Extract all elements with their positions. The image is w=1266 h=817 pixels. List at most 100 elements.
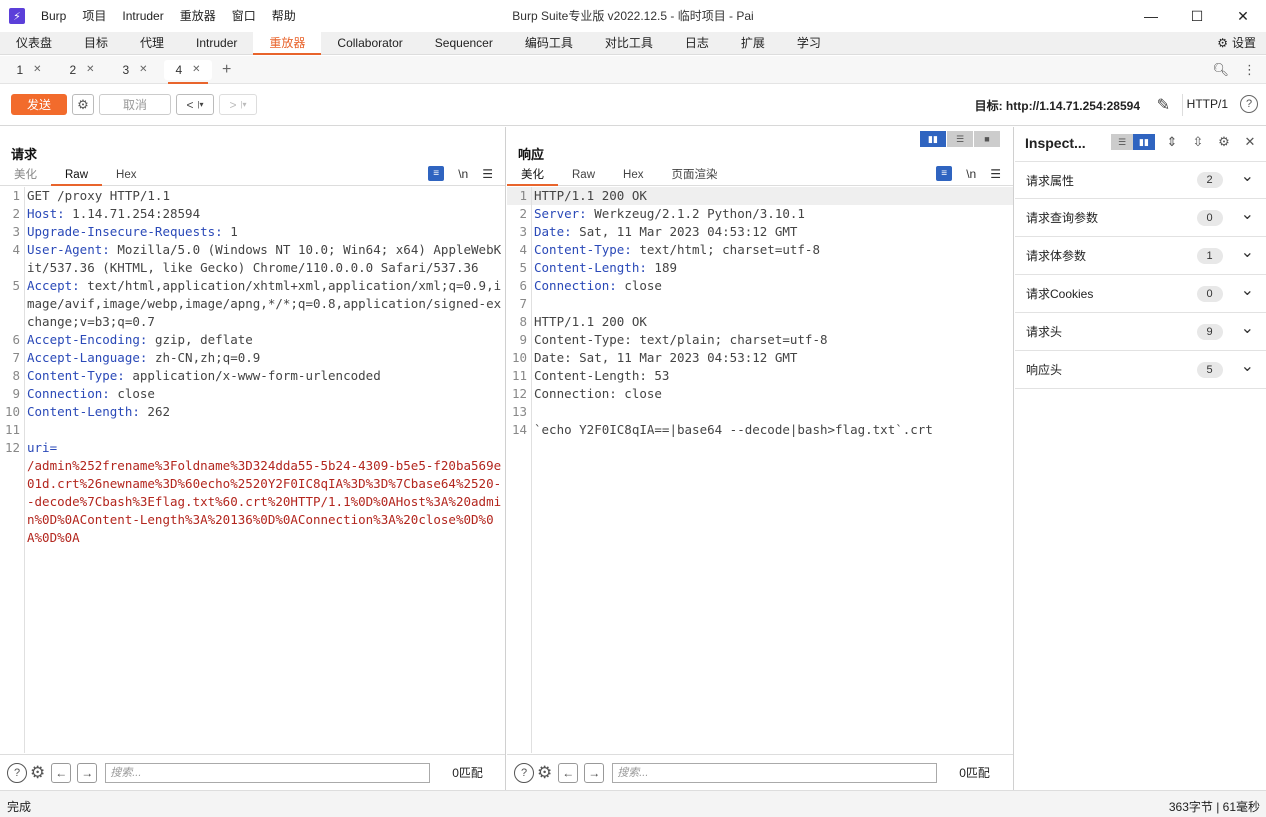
header-value: application/x-www-form-urlencoded [124, 368, 381, 383]
view-tab[interactable]: Hex [609, 166, 657, 185]
main-tab[interactable]: Collaborator [321, 32, 418, 54]
list-layout-icon[interactable]: ☰ [1111, 134, 1133, 150]
search-icon[interactable]: 🔍︎ [1212, 62, 1229, 78]
add-tab-icon[interactable]: + [222, 61, 231, 79]
repeater-tab[interactable]: 3 ✕ [111, 60, 159, 80]
main-tab[interactable]: 扩展 [725, 32, 781, 54]
wrap-lines-icon[interactable]: ≡ [428, 166, 445, 181]
stacked-layout-icon[interactable]: ☰ [947, 131, 973, 147]
line-content: HTTP/1.1 200 OK [532, 313, 647, 331]
show-newlines-toggle[interactable]: \n [458, 167, 468, 181]
expand-all-icon[interactable]: ⇕ [1163, 134, 1181, 150]
main-tab[interactable]: 代理 [124, 32, 180, 54]
menu-help[interactable]: 帮助 [264, 0, 304, 32]
code-line: 4 User-Agent: Mozilla/5.0 (Windows NT 10.… [0, 241, 505, 277]
close-window-icon[interactable]: ✕ [1220, 0, 1266, 32]
menu-burp[interactable]: Burp [33, 0, 74, 32]
help-icon[interactable]: ? [514, 762, 534, 783]
edit-target-pencil-icon[interactable]: ✎ [1157, 95, 1170, 115]
menu-intruder[interactable]: Intruder [114, 0, 171, 32]
previous-arrow-icon[interactable]: ← [558, 762, 579, 783]
help-icon[interactable]: ? [1240, 95, 1258, 113]
tabbed-layout-icon[interactable]: ■ [974, 131, 1000, 147]
gear-icon[interactable]: ⚙ [1215, 134, 1233, 150]
http-version[interactable]: HTTP/1 [1187, 97, 1228, 111]
close-tab-icon[interactable]: ✕ [86, 64, 94, 75]
search-input[interactable]: 搜索... [105, 762, 431, 783]
close-tab-icon[interactable]: ✕ [192, 64, 200, 75]
help-icon[interactable]: ? [7, 762, 27, 783]
section-label: 响应头 [1026, 363, 1063, 377]
next-arrow-icon[interactable]: → [584, 762, 605, 783]
view-tab[interactable]: Raw [51, 166, 103, 186]
main-tab[interactable]: Sequencer [419, 32, 509, 54]
chevron-down-icon[interactable]: ⌄ [1241, 318, 1254, 338]
previous-arrow-icon[interactable]: ← [51, 762, 72, 783]
inspector-section[interactable]: 请求查询参数 0 ⌄ [1015, 199, 1266, 237]
main-tab[interactable]: 学习 [781, 32, 837, 54]
minimize-icon[interactable]: — [1128, 0, 1174, 32]
inspector-section[interactable]: 请求头 9 ⌄ [1015, 313, 1266, 351]
send-button[interactable]: 发送 [11, 94, 67, 115]
hamburger-menu-icon[interactable]: ☰ [482, 167, 493, 181]
repeater-tab[interactable]: 1 ✕ [5, 60, 53, 80]
menu-project[interactable]: 项目 [74, 0, 114, 32]
main-tab[interactable]: 重放器 [253, 32, 322, 55]
search-input[interactable]: 搜索... [612, 762, 938, 783]
repeater-tab[interactable]: 4 ✕ [164, 59, 212, 84]
request-title: 请求 [11, 147, 38, 162]
panel-layout-icon[interactable]: ▮▮ [1133, 134, 1155, 150]
chevron-down-icon[interactable]: ⌄ [1241, 356, 1254, 376]
repeater-tab[interactable]: 2 ✕ [58, 60, 106, 80]
inspector-section[interactable]: 响应头 5 ⌄ [1015, 351, 1266, 389]
main-tab[interactable]: 仪表盘 [0, 32, 68, 54]
show-newlines-toggle[interactable]: \n [966, 167, 976, 181]
header-value: Werkzeug/2.1.2 Python/3.10.1 [586, 206, 805, 221]
gear-icon[interactable]: ⚙ [537, 763, 552, 783]
count-badge: 9 [1196, 323, 1223, 340]
main-tab[interactable]: 对比工具 [589, 32, 669, 54]
request-editor[interactable]: 1 GET /proxy HTTP/1.1 2 Host: 1.14.71.254:2… [0, 187, 505, 753]
main-tab[interactable]: 目标 [68, 32, 124, 54]
menu-repeater[interactable]: 重放器 [172, 0, 224, 32]
line-content: uri= /admin%252frename%3Foldname%3D324dda… [25, 439, 505, 547]
view-tab[interactable]: 美化 [0, 166, 51, 185]
send-settings-button[interactable]: ⚙ [72, 94, 94, 115]
close-tab-icon[interactable]: ✕ [33, 64, 41, 75]
close-tab-icon[interactable]: ✕ [139, 64, 147, 75]
next-arrow-icon[interactable]: → [77, 762, 98, 783]
response-editor[interactable]: 1 HTTP/1.1 200 OK 2 Server: Werkzeug/2.1.2 … [507, 187, 1013, 753]
back-button[interactable]: < |▾ [176, 94, 214, 115]
code-line: 2 Server: Werkzeug/2.1.2 Python/3.10.1 [507, 205, 1013, 223]
chevron-down-icon[interactable]: ⌄ [1241, 204, 1254, 224]
menu-window[interactable]: 窗口 [224, 0, 264, 32]
cancel-button[interactable]: 取消 [99, 94, 171, 115]
header-value: Date: Sat, 11 Mar 2023 04:53:12 GMT [534, 350, 798, 365]
collapse-all-icon[interactable]: ⇳ [1189, 134, 1207, 150]
code-line: 11 Content-Length: 53 [507, 367, 1013, 385]
main-tab[interactable]: Intruder [180, 32, 253, 54]
side-by-side-layout-icon[interactable]: ▮▮ [920, 131, 946, 147]
close-icon[interactable]: ✕ [1241, 134, 1259, 150]
settings-button[interactable]: ⚙ 设置 [1217, 32, 1256, 54]
settings-label: 设置 [1231, 36, 1256, 50]
more-vertical-icon[interactable]: ⋮ [1243, 62, 1256, 78]
maximize-icon[interactable]: ☐ [1174, 0, 1220, 32]
forward-button[interactable]: > |▾ [219, 94, 257, 115]
line-content: Connection: close [25, 385, 155, 403]
inspector-section[interactable]: 请求体参数 1 ⌄ [1015, 237, 1266, 275]
inspector-section[interactable]: 请求Cookies 0 ⌄ [1015, 275, 1266, 313]
inspector-section[interactable]: 请求属性 2 ⌄ [1015, 161, 1266, 199]
hamburger-menu-icon[interactable]: ☰ [990, 167, 1001, 181]
view-tab[interactable]: 美化 [507, 166, 558, 186]
chevron-down-icon[interactable]: ⌄ [1241, 242, 1254, 262]
gear-icon[interactable]: ⚙ [30, 763, 45, 783]
view-tab[interactable]: 页面渲染 [657, 166, 731, 185]
main-tab[interactable]: 编码工具 [509, 32, 589, 54]
view-tab[interactable]: Raw [558, 166, 609, 185]
view-tab[interactable]: Hex [102, 166, 150, 185]
chevron-down-icon[interactable]: ⌄ [1241, 166, 1254, 186]
main-tab[interactable]: 日志 [669, 32, 725, 54]
wrap-lines-icon[interactable]: ≡ [936, 166, 953, 181]
chevron-down-icon[interactable]: ⌄ [1241, 280, 1254, 300]
